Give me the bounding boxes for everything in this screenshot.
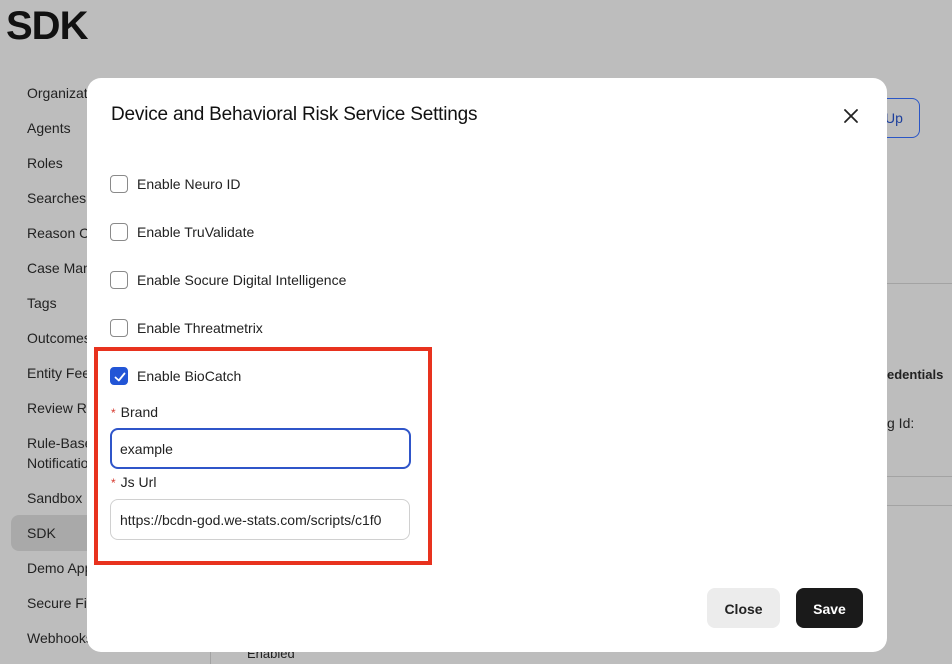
highlight-annotation bbox=[94, 347, 432, 565]
sidebar-item-case-management[interactable]: Case Man bbox=[27, 260, 91, 276]
section-divider bbox=[886, 283, 952, 284]
sidebar-item-tags[interactable]: Tags bbox=[27, 295, 57, 311]
threatmetrix-checkbox[interactable] bbox=[110, 319, 128, 337]
sidebar-item-reason-codes[interactable]: Reason C bbox=[27, 225, 89, 241]
sidebar-item-outcomes[interactable]: Outcomes bbox=[27, 330, 91, 346]
option-label: Enable TruValidate bbox=[137, 224, 255, 240]
save-button[interactable]: Save bbox=[796, 588, 863, 628]
option-label: Enable Threatmetrix bbox=[137, 320, 263, 336]
neuro-id-checkbox[interactable] bbox=[110, 175, 128, 193]
section-divider bbox=[886, 476, 952, 477]
sidebar-item-organizations[interactable]: Organizat bbox=[27, 85, 88, 101]
sidebar-item-sandbox[interactable]: Sandbox I bbox=[27, 490, 90, 506]
credentials-header: edentials bbox=[887, 367, 944, 382]
sidebar-item-entity-feedback[interactable]: Entity Fee bbox=[27, 365, 90, 381]
close-button[interactable]: Close bbox=[707, 588, 780, 628]
sidebar-item-rule-based[interactable]: Rule-Base bbox=[27, 435, 92, 451]
truvalidate-checkbox[interactable] bbox=[110, 223, 128, 241]
option-label: Enable Neuro ID bbox=[137, 176, 241, 192]
sidebar-item-searches[interactable]: Searches bbox=[27, 190, 86, 206]
section-divider bbox=[886, 505, 952, 506]
option-threatmetrix[interactable]: Enable Threatmetrix bbox=[110, 318, 263, 338]
sidebar-item-notifications[interactable]: Notificatio bbox=[27, 455, 88, 471]
sidebar-item-agents[interactable]: Agents bbox=[27, 120, 71, 136]
modal-title: Device and Behavioral Risk Service Setti… bbox=[111, 104, 478, 125]
settings-modal: Device and Behavioral Risk Service Setti… bbox=[87, 78, 887, 652]
page-title: SDK bbox=[6, 4, 88, 48]
option-socure-digital-intelligence[interactable]: Enable Socure Digital Intelligence bbox=[110, 270, 346, 290]
sidebar-item-review-reasons[interactable]: Review Re bbox=[27, 400, 95, 416]
close-icon[interactable] bbox=[839, 104, 863, 128]
sidebar-item-webhooks[interactable]: Webhooks bbox=[27, 630, 93, 646]
sidebar-item-demo-app[interactable]: Demo App bbox=[27, 560, 92, 576]
option-truvalidate[interactable]: Enable TruValidate bbox=[110, 222, 254, 242]
sidebar-item-secure-files[interactable]: Secure Fil bbox=[27, 595, 90, 611]
socure-digital-intelligence-checkbox[interactable] bbox=[110, 271, 128, 289]
option-neuro-id[interactable]: Enable Neuro ID bbox=[110, 174, 241, 194]
id-label: g Id: bbox=[887, 415, 915, 431]
option-label: Enable Socure Digital Intelligence bbox=[137, 272, 347, 288]
sidebar-item-roles[interactable]: Roles bbox=[27, 155, 63, 171]
